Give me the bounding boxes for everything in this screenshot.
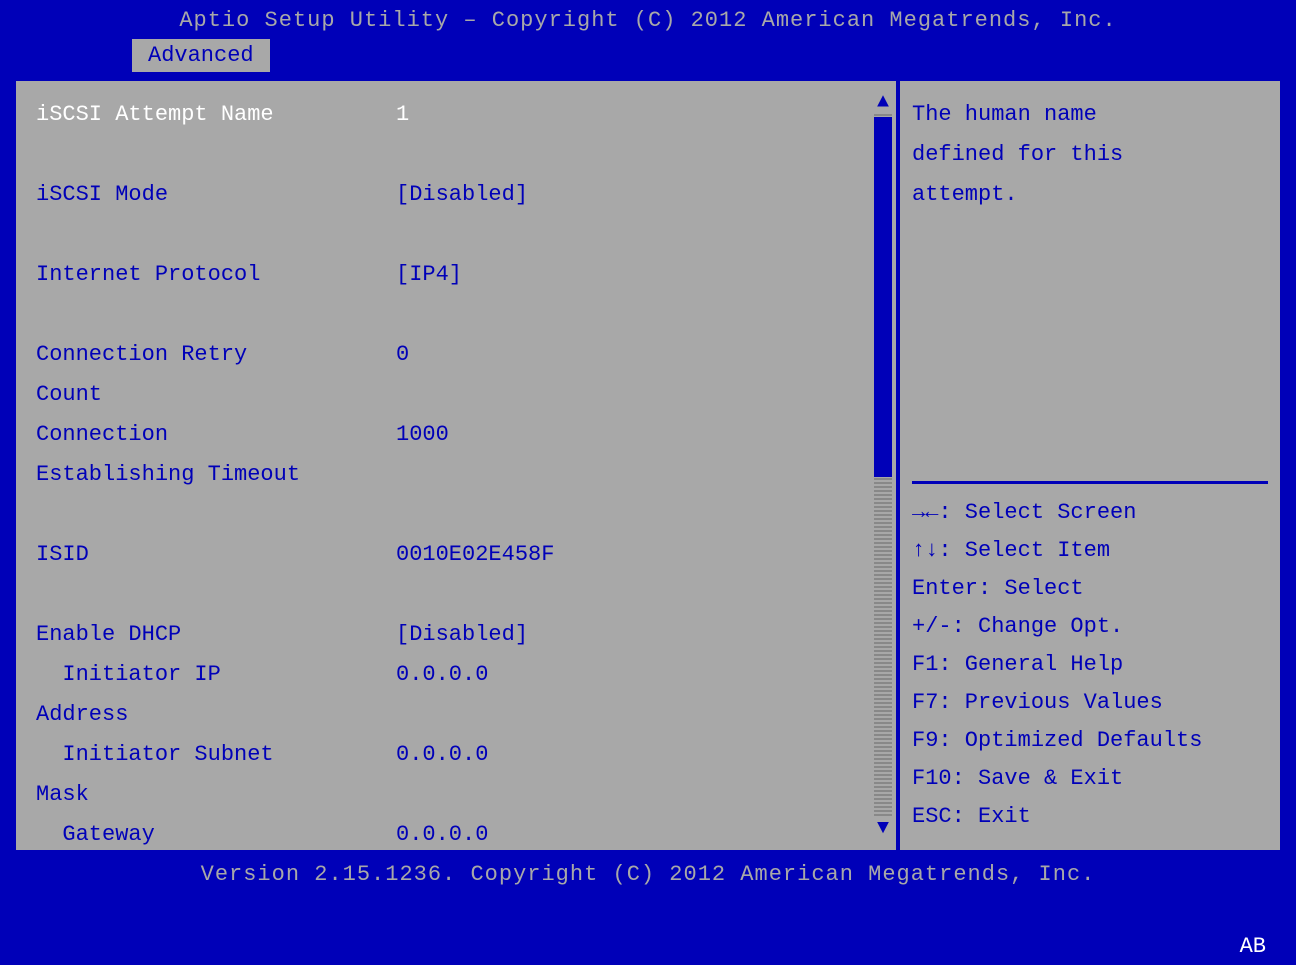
setting-row[interactable]: Establishing Timeout: [36, 455, 876, 495]
keyhelp-row: F1: General Help: [912, 646, 1268, 684]
setting-label: Gateway: [36, 815, 396, 855]
tab-advanced[interactable]: Advanced: [130, 37, 272, 74]
bios-footer: Version 2.15.1236. Copyright (C) 2012 Am…: [0, 854, 1296, 895]
scroll-down-icon[interactable]: ▼: [874, 817, 892, 840]
keyhelp-row: F10: Save & Exit: [912, 760, 1268, 798]
setting-label: Mask: [36, 775, 396, 815]
setting-value: [396, 695, 876, 735]
setting-label: Connection: [36, 415, 396, 455]
setting-row[interactable]: Enable DHCP[Disabled]: [36, 615, 876, 655]
tab-label: Advanced: [148, 43, 254, 68]
setting-value: 0.0.0.0: [396, 815, 876, 855]
bios-header: Aptio Setup Utility – Copyright (C) 2012…: [0, 0, 1296, 37]
scrollbar-track[interactable]: [874, 95, 892, 836]
spacer: [36, 495, 876, 535]
setting-label: Connection Retry: [36, 335, 396, 375]
footer-badge: AB: [1240, 934, 1266, 959]
setting-value: [Disabled]: [396, 615, 876, 655]
setting-label: Enable DHCP: [36, 615, 396, 655]
setting-value: 1000: [396, 415, 876, 455]
spacer: [36, 575, 876, 615]
setting-value: [396, 455, 876, 495]
setting-value: 0.0.0.0: [396, 655, 876, 695]
setting-row[interactable]: iSCSI Mode[Disabled]: [36, 175, 876, 215]
setting-row[interactable]: Initiator IP0.0.0.0: [36, 655, 876, 695]
setting-label: iSCSI Attempt Name: [36, 95, 396, 135]
keyhelp-row: F9: Optimized Defaults: [912, 722, 1268, 760]
setting-value: [396, 375, 876, 415]
key-help: →←: Select Screen↑↓: Select ItemEnter: S…: [912, 494, 1268, 836]
keyhelp-row: Enter: Select: [912, 570, 1268, 608]
setting-label: iSCSI Mode: [36, 175, 396, 215]
setting-label: Establishing Timeout: [36, 455, 396, 495]
keyhelp-row: →←: Select Screen: [912, 494, 1268, 532]
setting-row[interactable]: Gateway0.0.0.0: [36, 815, 876, 855]
main-area: iSCSI Attempt Name1iSCSI Mode[Disabled]I…: [0, 77, 1296, 854]
setting-value: 0.0.0.0: [396, 735, 876, 775]
setting-label: Initiator Subnet: [36, 735, 396, 775]
spacer: [36, 215, 876, 255]
keyhelp-row: ↑↓: Select Item: [912, 532, 1268, 570]
scroll-up-icon[interactable]: ▲: [874, 91, 892, 114]
keyhelp-row: F7: Previous Values: [912, 684, 1268, 722]
setting-row[interactable]: ISID0010E02E458F: [36, 535, 876, 575]
setting-value: 0010E02E458F: [396, 535, 876, 575]
scrollbar-thumb[interactable]: [874, 117, 892, 477]
setting-row[interactable]: Connection1000: [36, 415, 876, 455]
setting-label: Internet Protocol: [36, 255, 396, 295]
setting-value: 1: [396, 95, 876, 135]
setting-label: ISID: [36, 535, 396, 575]
setting-row[interactable]: Count: [36, 375, 876, 415]
setting-row[interactable]: Address: [36, 695, 876, 735]
spacer: [36, 295, 876, 335]
setting-value: 0: [396, 335, 876, 375]
header-title: Aptio Setup Utility – Copyright (C) 2012…: [179, 8, 1116, 33]
setting-row[interactable]: iSCSI Attempt Name1: [36, 95, 876, 135]
tab-bar: Advanced: [0, 37, 1296, 77]
settings-panel: iSCSI Attempt Name1iSCSI Mode[Disabled]I…: [12, 77, 896, 854]
keyhelp-row: ESC: Exit: [912, 798, 1268, 836]
keyhelp-row: +/-: Change Opt.: [912, 608, 1268, 646]
help-divider: [912, 481, 1268, 484]
spacer: [36, 135, 876, 175]
footer-version: Version 2.15.1236. Copyright (C) 2012 Am…: [201, 862, 1096, 887]
setting-label: Address: [36, 695, 396, 735]
setting-row[interactable]: Mask: [36, 775, 876, 815]
setting-value: [396, 775, 876, 815]
setting-label: Count: [36, 375, 396, 415]
setting-row[interactable]: Internet Protocol[IP4]: [36, 255, 876, 295]
setting-row[interactable]: Initiator Subnet0.0.0.0: [36, 735, 876, 775]
setting-row[interactable]: Connection Retry0: [36, 335, 876, 375]
help-panel: The human name defined for this attempt.…: [896, 77, 1284, 854]
setting-label: Initiator IP: [36, 655, 396, 695]
help-text: The human name defined for this attempt.: [912, 95, 1268, 215]
setting-value: [IP4]: [396, 255, 876, 295]
setting-value: [Disabled]: [396, 175, 876, 215]
